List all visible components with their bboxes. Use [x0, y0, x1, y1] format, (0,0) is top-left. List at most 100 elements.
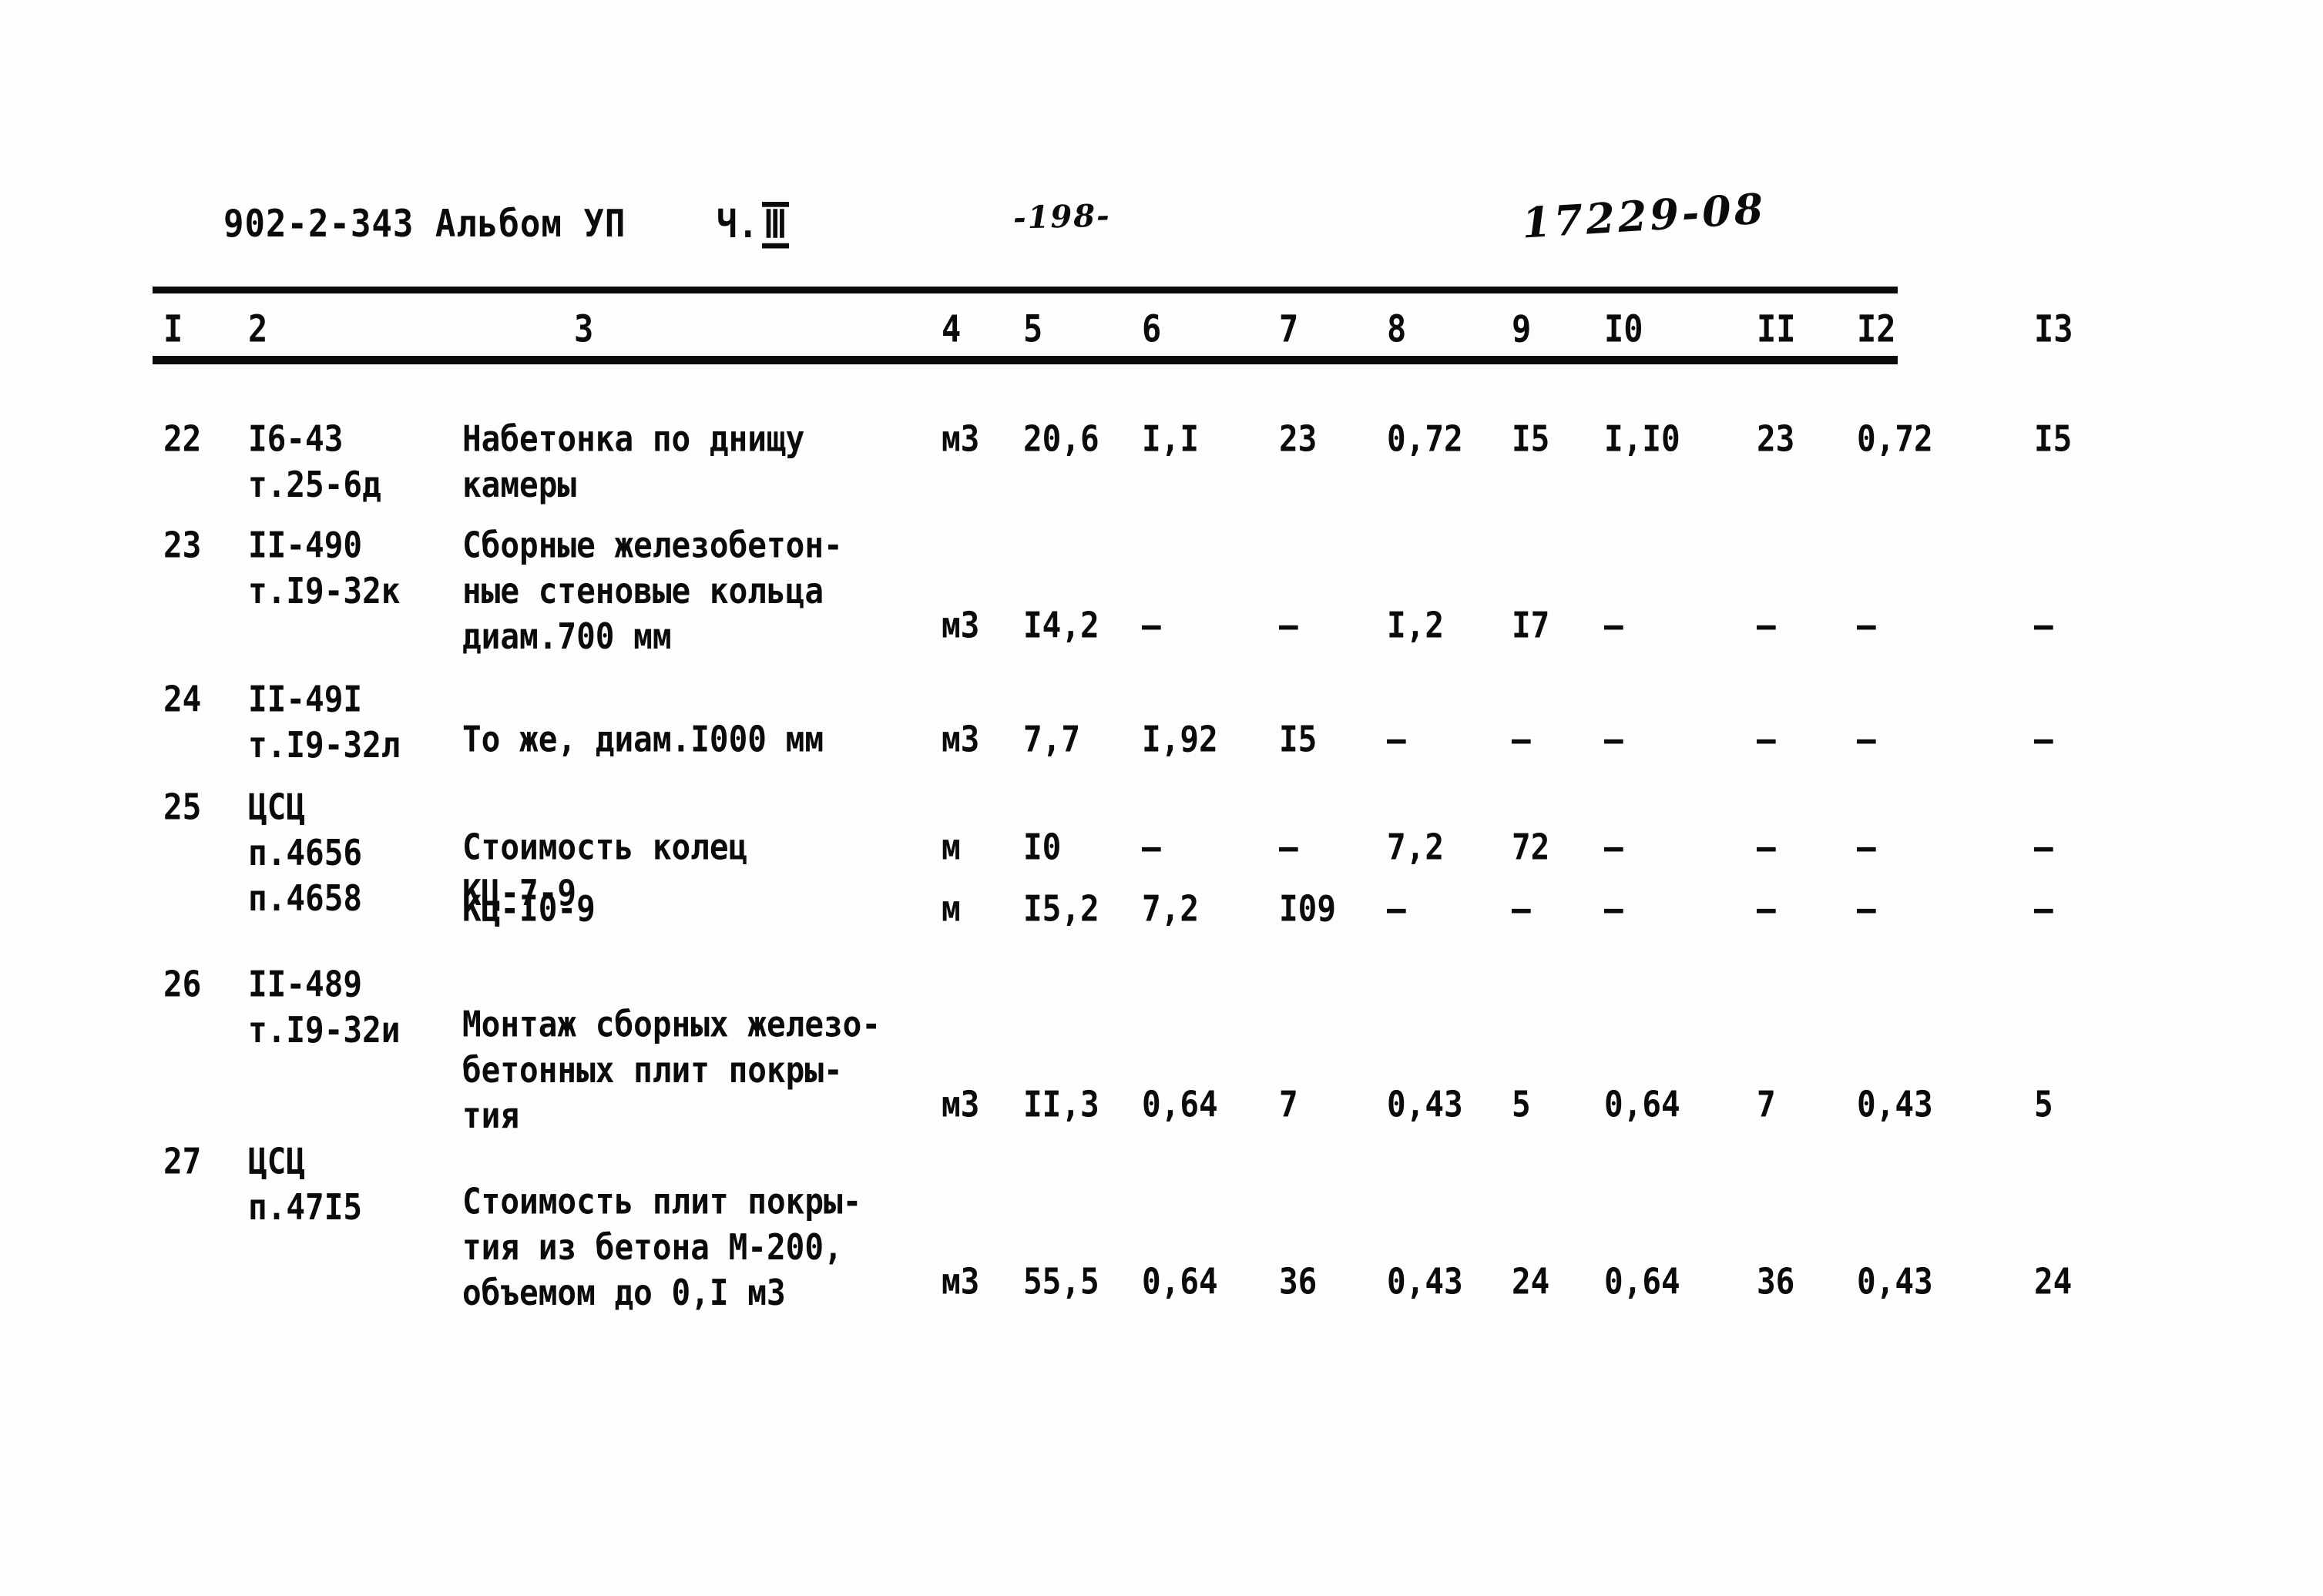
- row-value-9: I7: [1512, 604, 1550, 646]
- row-value-7: 23: [1279, 417, 1318, 460]
- column-header-9: 9: [1512, 307, 1532, 350]
- row-code: II-490 т.I9-32к: [248, 524, 401, 612]
- row-value-13: 5: [2034, 1083, 2053, 1125]
- row-value-7: 36: [1279, 1260, 1318, 1303]
- column-header-7: 7: [1279, 307, 1299, 350]
- row-value-11: –: [1757, 604, 1776, 646]
- row-unit: м3: [942, 1260, 980, 1303]
- part-label-text: Ч.: [717, 203, 759, 247]
- row-value-12: –: [1857, 718, 1876, 760]
- row-value-13: –: [2034, 826, 2053, 868]
- row-value-12: 0,43: [1857, 1260, 1933, 1303]
- column-header-11: II: [1757, 307, 1796, 350]
- row-value-10: I,I0: [1604, 417, 1680, 460]
- row-value-7: I09: [1279, 887, 1337, 930]
- row-value-6: –: [1142, 826, 1161, 868]
- row-value-9: I5: [1512, 417, 1550, 460]
- row-value-8: 0,72: [1387, 417, 1463, 460]
- row-value-11: –: [1757, 826, 1776, 868]
- row-value-7: –: [1279, 826, 1298, 868]
- row-value-8: –: [1387, 718, 1406, 760]
- row-description: То же, диам.I000 мм: [462, 718, 824, 760]
- column-header-1: I: [163, 307, 183, 350]
- column-header-8: 8: [1387, 307, 1407, 350]
- row-value-10: –: [1604, 604, 1623, 646]
- row-value-12: 0,72: [1857, 417, 1933, 460]
- row-description: Монтаж сборных железо- бетонных плит пок…: [462, 1003, 881, 1137]
- row-value-6: 0,64: [1142, 1260, 1218, 1303]
- row-value-10: –: [1604, 718, 1623, 760]
- row-value-12: 0,43: [1857, 1083, 1933, 1125]
- column-header-5: 5: [1023, 307, 1043, 350]
- row-value-12: –: [1857, 604, 1876, 646]
- row-value-9: –: [1512, 887, 1531, 930]
- row-value-6: I,I: [1142, 417, 1200, 460]
- row-value-6: 0,64: [1142, 1083, 1218, 1125]
- row-number: 27: [163, 1140, 202, 1182]
- row-value-8: I,2: [1387, 604, 1445, 646]
- column-header-13: I3: [2034, 307, 2073, 350]
- column-header-12: I2: [1857, 307, 1896, 350]
- row-value-5: I0: [1023, 826, 1062, 868]
- row-value-5: 20,6: [1023, 417, 1099, 460]
- row-unit: м: [942, 887, 961, 930]
- row-value-10: 0,64: [1604, 1083, 1680, 1125]
- row-unit: м3: [942, 417, 980, 460]
- row-value-8: –: [1387, 887, 1406, 930]
- row-value-11: 23: [1757, 417, 1795, 460]
- row-value-13: 24: [2034, 1260, 2073, 1303]
- row-value-11: –: [1757, 887, 1776, 930]
- row-code: I6-43 т.25-6д: [248, 417, 381, 506]
- part-numeral: Ⅲ: [761, 202, 790, 249]
- row-value-7: 7: [1279, 1083, 1298, 1125]
- row-value-6: –: [1142, 604, 1161, 646]
- row-value-11: –: [1757, 718, 1776, 760]
- page-header: 902-2-343 Альбом УП Ч. Ⅲ: [0, 202, 2323, 263]
- table-header-rule: [153, 356, 1898, 364]
- part-label: Ч. Ⅲ: [717, 202, 790, 249]
- row-value-9: 72: [1512, 826, 1550, 868]
- row-value-5: 55,5: [1023, 1260, 1099, 1303]
- column-header-6: 6: [1142, 307, 1162, 350]
- table-top-rule: [153, 287, 1898, 293]
- row-value-10: 0,64: [1604, 1260, 1680, 1303]
- row-unit: м: [942, 826, 961, 868]
- row-value-13: –: [2034, 718, 2053, 760]
- row-value-7: I5: [1279, 718, 1318, 760]
- row-value-11: 7: [1757, 1083, 1776, 1125]
- row-value-9: –: [1512, 718, 1531, 760]
- document-code: 902-2-343 Альбом УП: [223, 202, 626, 246]
- row-unit: м3: [942, 604, 980, 646]
- row-value-9: 24: [1512, 1260, 1550, 1303]
- row-description: Набетонка по днищу камеры: [462, 417, 805, 506]
- row-description: КЦ-I0-9: [462, 887, 596, 930]
- row-value-5: 7,7: [1023, 718, 1081, 760]
- row-value-12: –: [1857, 887, 1876, 930]
- row-code: II-489 т.I9-32и: [248, 963, 401, 1051]
- row-value-8: 7,2: [1387, 826, 1445, 868]
- row-value-13: –: [2034, 604, 2053, 646]
- row-value-6: 7,2: [1142, 887, 1200, 930]
- row-value-11: 36: [1757, 1260, 1795, 1303]
- column-header-4: 4: [942, 307, 962, 350]
- row-value-8: 0,43: [1387, 1083, 1463, 1125]
- row-code: ЦСЦ п.4656 п.4658: [248, 786, 363, 920]
- row-unit: м3: [942, 718, 980, 760]
- row-value-5: II,3: [1023, 1083, 1099, 1125]
- row-value-13: –: [2034, 887, 2053, 930]
- row-unit: м3: [942, 1083, 980, 1125]
- row-value-7: –: [1279, 604, 1298, 646]
- row-value-9: 5: [1512, 1083, 1531, 1125]
- row-value-8: 0,43: [1387, 1260, 1463, 1303]
- row-number: 26: [163, 963, 202, 1005]
- column-header-3: 3: [574, 307, 594, 350]
- row-value-10: –: [1604, 826, 1623, 868]
- row-value-6: I,92: [1142, 718, 1218, 760]
- row-number: 23: [163, 524, 202, 566]
- row-number: 22: [163, 417, 202, 460]
- row-value-12: –: [1857, 826, 1876, 868]
- row-value-5: I4,2: [1023, 604, 1099, 646]
- row-number: 25: [163, 786, 202, 828]
- page-number: -198-: [1012, 197, 1112, 236]
- table-column-header-row: I 2 3 4 5 6 7 8 9 I0 II I2 I3: [0, 307, 2323, 356]
